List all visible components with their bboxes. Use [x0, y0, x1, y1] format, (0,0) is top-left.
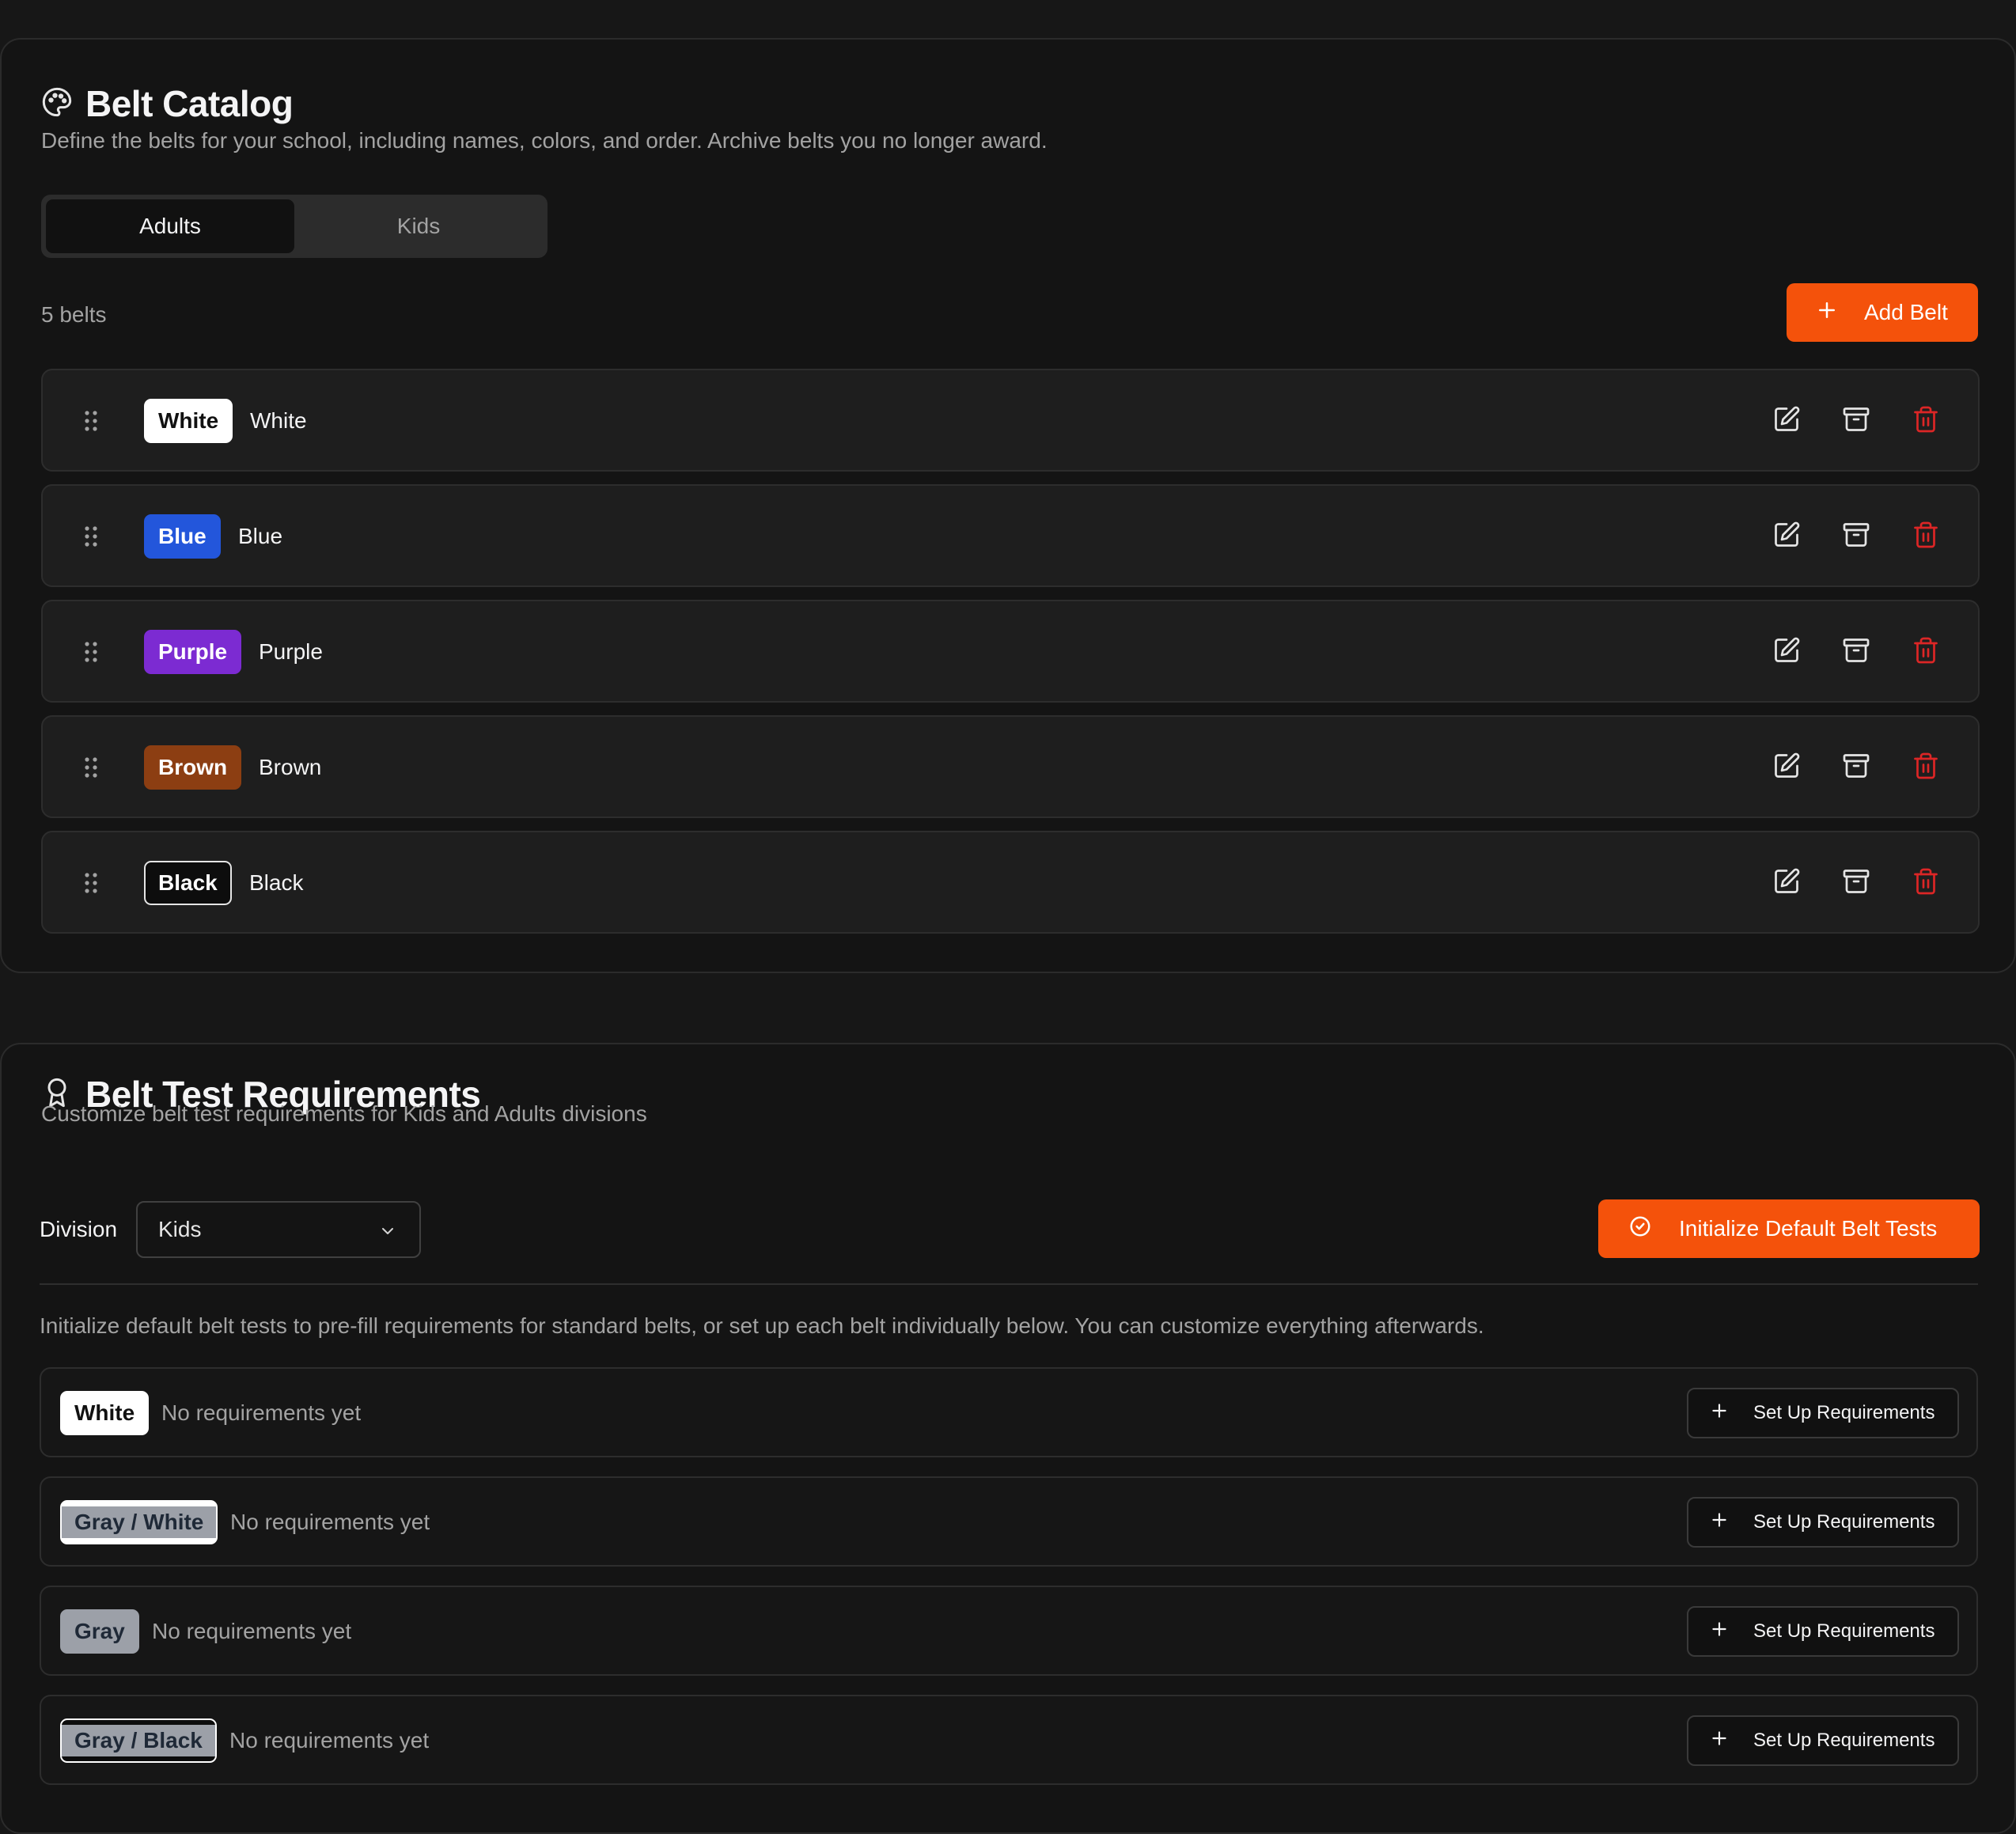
belt-actions	[1772, 636, 1940, 665]
archive-icon[interactable]	[1842, 521, 1870, 549]
tab-adults[interactable]: Adults	[46, 199, 294, 253]
belt-name: White	[250, 408, 307, 433]
set-up-requirements-button[interactable]: Set Up Requirements	[1687, 1715, 1959, 1766]
belt-row: Purple Purple	[41, 600, 1980, 703]
tab-kids[interactable]: Kids	[294, 199, 543, 253]
drag-handle-icon[interactable]	[84, 641, 98, 663]
belt-count: 5 belts	[41, 302, 107, 327]
edit-icon[interactable]	[1772, 405, 1801, 434]
belt-row: Brown Brown	[41, 715, 1980, 818]
archive-icon[interactable]	[1842, 636, 1870, 665]
set-up-requirements-button[interactable]: Set Up Requirements	[1687, 1606, 1959, 1657]
drag-handle-icon[interactable]	[84, 410, 98, 432]
set-up-requirements-label: Set Up Requirements	[1753, 1402, 1935, 1423]
belt-color-badge: Blue	[144, 514, 221, 559]
plus-icon	[1709, 1619, 1730, 1645]
requirement-row: Gray / White No requirements yet Set Up Re…	[40, 1476, 1978, 1567]
palette-icon	[41, 86, 73, 122]
initialize-info-text: Initialize default belt tests to pre-fil…	[40, 1313, 1484, 1338]
requirements-list: White No requirements yet Set Up Requireme…	[40, 1367, 1978, 1804]
belt-actions	[1772, 521, 1940, 549]
drag-handle-icon[interactable]	[84, 872, 98, 894]
archive-icon[interactable]	[1842, 752, 1870, 780]
belt-name: Blue	[238, 524, 283, 548]
trash-icon[interactable]	[1912, 752, 1940, 780]
set-up-requirements-label: Set Up Requirements	[1753, 1730, 1935, 1751]
division-select[interactable]: Kids	[136, 1201, 421, 1258]
belt-color-badge: Black	[144, 861, 232, 905]
belt-color-badge: Gray / Black	[60, 1718, 217, 1763]
belt-list: White White Blue Blue Purple Purple Brown Brown…	[41, 369, 1980, 946]
belt-name: Black	[249, 870, 304, 895]
catalog-title: Belt Catalog	[85, 83, 294, 124]
trash-icon[interactable]	[1912, 405, 1940, 434]
requirement-row: Gray No requirements yet Set Up Requiremen…	[40, 1586, 1978, 1676]
drag-handle-icon[interactable]	[84, 525, 98, 548]
belt-color-badge: Purple	[144, 630, 242, 674]
requirement-row: White No requirements yet Set Up Requireme…	[40, 1367, 1978, 1457]
belt-color-badge: Brown	[144, 745, 242, 790]
belt-color-badge: Gray	[60, 1609, 139, 1654]
plus-icon	[1709, 1400, 1730, 1427]
division-label: Division	[40, 1217, 118, 1241]
requirement-status: No requirements yet	[230, 1510, 430, 1534]
division-tabs: Adults Kids	[41, 195, 548, 258]
edit-icon[interactable]	[1772, 521, 1801, 549]
belt-row: Blue Blue	[41, 484, 1980, 587]
belt-actions	[1772, 867, 1940, 896]
belt-color-badge: White	[60, 1391, 150, 1435]
initialize-label: Initialize Default Belt Tests	[1679, 1216, 1938, 1241]
belt-catalog-card: Belt Catalog Define the belts for your s…	[0, 38, 2016, 973]
add-belt-button[interactable]: Add Belt	[1787, 283, 1978, 342]
edit-icon[interactable]	[1772, 636, 1801, 665]
requirement-row: Gray / Black No requirements yet Set Up Re…	[40, 1695, 1978, 1785]
set-up-requirements-button[interactable]: Set Up Requirements	[1687, 1497, 1959, 1548]
edit-icon[interactable]	[1772, 752, 1801, 780]
belt-row: Black Black	[41, 831, 1980, 934]
belt-row: White White	[41, 369, 1980, 472]
trash-icon[interactable]	[1912, 867, 1940, 896]
plus-icon	[1815, 298, 1839, 328]
edit-icon[interactable]	[1772, 867, 1801, 896]
catalog-subtitle: Define the belts for your school, includ…	[41, 128, 1048, 153]
check-circle-icon	[1628, 1214, 1652, 1244]
set-up-requirements-label: Set Up Requirements	[1753, 1511, 1935, 1533]
belt-name: Purple	[259, 639, 323, 664]
tests-subtitle: Customize belt test requirements for Kid…	[41, 1101, 647, 1126]
belt-actions	[1772, 405, 1940, 434]
trash-icon[interactable]	[1912, 636, 1940, 665]
trash-icon[interactable]	[1912, 521, 1940, 549]
division-select-value: Kids	[158, 1217, 202, 1241]
drag-handle-icon[interactable]	[84, 756, 98, 779]
belt-name: Brown	[259, 755, 322, 779]
archive-icon[interactable]	[1842, 405, 1870, 434]
plus-icon	[1709, 1510, 1730, 1536]
requirement-status: No requirements yet	[229, 1728, 430, 1753]
divider	[40, 1283, 1978, 1285]
add-belt-label: Add Belt	[1864, 300, 1948, 324]
requirement-status: No requirements yet	[161, 1400, 362, 1425]
catalog-header: Belt Catalog	[41, 82, 294, 125]
requirement-status: No requirements yet	[152, 1619, 352, 1643]
plus-icon	[1709, 1728, 1730, 1754]
set-up-requirements-button[interactable]: Set Up Requirements	[1687, 1388, 1959, 1438]
belt-actions	[1772, 752, 1940, 780]
archive-icon[interactable]	[1842, 867, 1870, 896]
belt-color-badge: Gray / White	[60, 1500, 218, 1544]
belt-color-badge: White	[144, 399, 233, 443]
initialize-default-belt-tests-button[interactable]: Initialize Default Belt Tests	[1598, 1199, 1980, 1258]
set-up-requirements-label: Set Up Requirements	[1753, 1620, 1935, 1642]
